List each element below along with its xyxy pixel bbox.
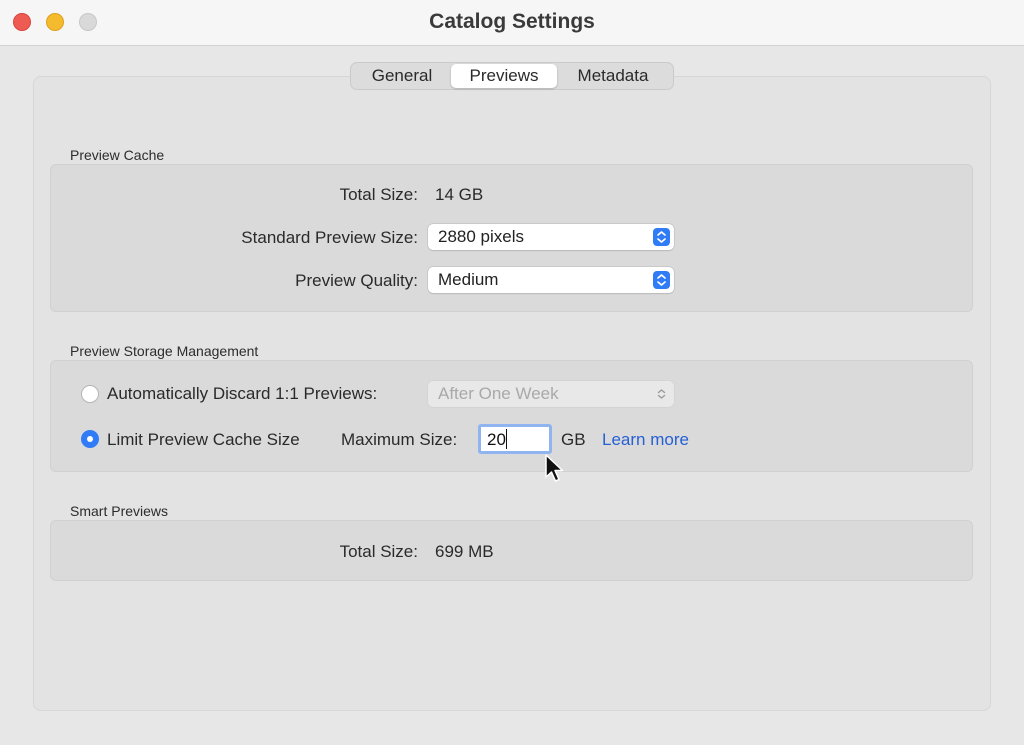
title-bar: Catalog Settings <box>0 0 1024 46</box>
storage-management-heading: Preview Storage Management <box>70 343 259 359</box>
learn-more-link[interactable]: Learn more <box>602 430 689 450</box>
smart-total-size-value: 699 MB <box>435 542 494 561</box>
auto-discard-value: After One Week <box>438 384 559 403</box>
preview-quality-label: Preview Quality: <box>295 271 418 290</box>
tab-previews[interactable]: Previews <box>451 64 557 88</box>
smart-previews-group <box>50 520 973 581</box>
limit-cache-label: Limit Preview Cache Size <box>107 430 300 449</box>
storage-management-group <box>50 360 973 472</box>
smart-previews-heading: Smart Previews <box>70 503 169 519</box>
max-size-label: Maximum Size: <box>341 430 458 449</box>
tab-general[interactable]: General <box>353 64 451 88</box>
standard-preview-size-value: 2880 pixels <box>438 227 525 246</box>
preview-cache-heading: Preview Cache <box>70 147 165 163</box>
limit-cache-radio[interactable] <box>81 430 99 448</box>
window-title: Catalog Settings <box>429 10 595 33</box>
cache-total-size-value: 14 GB <box>435 185 484 204</box>
cache-total-size-label: Total Size: <box>339 185 418 204</box>
mouse-pointer-icon <box>545 454 565 489</box>
smart-total-size-label: Total Size: <box>339 542 418 561</box>
tab-metadata[interactable]: Metadata <box>557 64 669 88</box>
tab-bar: General Previews Metadata <box>350 62 674 90</box>
auto-discard-radio[interactable] <box>81 385 99 403</box>
chevron-updown-icon <box>653 385 670 403</box>
max-size-input[interactable] <box>478 424 552 454</box>
max-size-unit: GB <box>561 430 586 449</box>
chevron-updown-icon <box>653 228 670 246</box>
standard-preview-size-select[interactable]: 2880 pixels <box>428 224 674 250</box>
preview-quality-value: Medium <box>438 270 499 289</box>
text-caret <box>506 429 507 449</box>
standard-preview-size-label: Standard Preview Size: <box>241 228 418 247</box>
catalog-settings-window: Catalog Settings General Previews Metada… <box>0 0 1024 745</box>
preview-quality-select[interactable]: Medium <box>428 267 674 293</box>
auto-discard-select[interactable]: After One Week <box>428 381 674 407</box>
auto-discard-label: Automatically Discard 1:1 Previews: <box>107 384 378 403</box>
chevron-updown-icon <box>653 271 670 289</box>
